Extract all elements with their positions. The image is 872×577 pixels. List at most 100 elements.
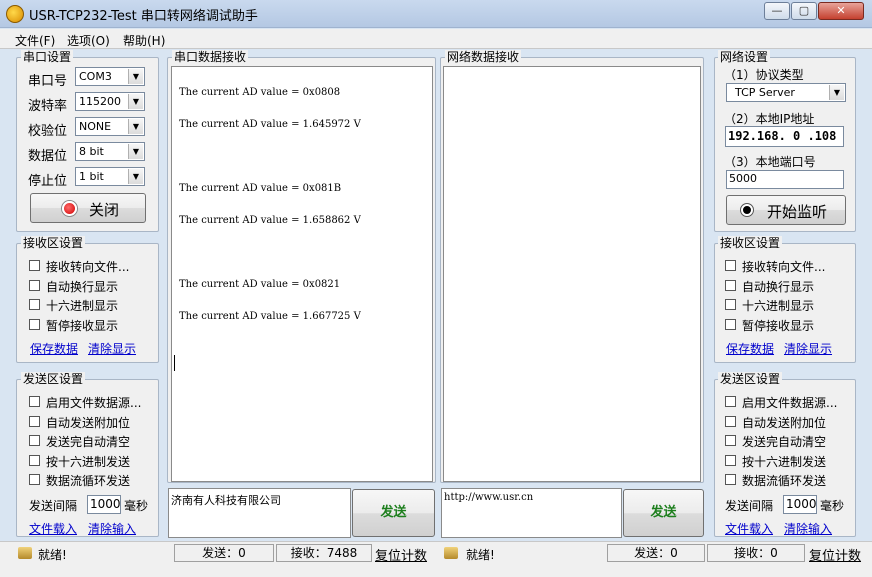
right-receive-option-checkbox-label: 暂停接收显示	[742, 318, 815, 333]
right-receive-option-checkbox[interactable]	[725, 318, 736, 330]
chevron-down-icon: ▼	[128, 69, 143, 84]
left-receive-option-checkbox[interactable]	[29, 260, 40, 271]
left-receive-option-checkbox[interactable]	[29, 299, 40, 310]
serial-receive-title: 串口数据接收	[172, 50, 249, 64]
parity-label: 校验位	[28, 124, 68, 139]
app-icon	[6, 5, 24, 23]
chevron-down-icon: ▼	[128, 144, 143, 159]
right-receive-option-checkbox-label: 十六进制显示	[742, 299, 815, 313]
left-send-option-checkbox[interactable]	[29, 435, 40, 446]
network-receive-textarea[interactable]	[443, 66, 701, 482]
left-receive-option-checkbox[interactable]	[29, 279, 40, 291]
menu-file[interactable]: 文件(F)	[15, 32, 55, 49]
maximize-button[interactable]: ▢	[791, 2, 817, 20]
left-receive-option-checkbox[interactable]	[29, 318, 40, 330]
receive-line: The current AD value = 1.645972 V	[179, 119, 361, 130]
right-send-option-checkbox[interactable]	[725, 415, 736, 427]
port-select[interactable]: COM3 ▼	[75, 67, 145, 86]
left-receive-option-checkbox-label: 接收转向文件...	[46, 260, 130, 274]
left-send-option-checkbox[interactable]	[29, 396, 40, 407]
record-icon	[62, 201, 77, 216]
right-receive-option-checkbox[interactable]	[725, 260, 736, 271]
network-send-input[interactable]: http://www.usr.cn	[441, 488, 622, 538]
right-status-ready: 就绪!	[466, 548, 495, 562]
left-send-settings-title: 发送区设置	[21, 372, 86, 386]
left-send-option-checkbox[interactable]	[29, 415, 40, 427]
protocol-select[interactable]: TCP Server ▼	[726, 83, 846, 102]
right-receive-option-checkbox-label: 接收转向文件...	[742, 260, 826, 274]
right-send-option-checkbox[interactable]	[725, 435, 736, 446]
left-receive-option-checkbox-label: 自动换行显示	[46, 279, 119, 294]
right-receive-option-checkbox[interactable]	[725, 279, 736, 291]
serial-send-button[interactable]: 发送	[352, 489, 435, 537]
parity-select[interactable]: NONE ▼	[75, 117, 145, 136]
receive-line: The current AD value = 0x0808	[179, 87, 341, 98]
right-send-option-checkbox-label: 发送完自动清空	[742, 435, 827, 449]
left-send-option-checkbox-label: 自动发送附加位	[46, 415, 131, 430]
minimize-button[interactable]: —	[764, 2, 790, 20]
right-send-option-checkbox-label: 自动发送附加位	[742, 415, 827, 430]
text-cursor	[174, 355, 175, 371]
right-save-data-link[interactable]: 保存数据	[726, 340, 774, 357]
left-save-data-link[interactable]: 保存数据	[30, 340, 78, 357]
right-sent-count: 发送：0	[607, 544, 705, 562]
network-send-button[interactable]: 发送	[623, 489, 704, 537]
databits-select[interactable]: 8 bit ▼	[75, 142, 145, 161]
left-received-count: 接收：7488	[276, 544, 372, 562]
serial-receive-textarea[interactable]: The current AD value = 0x0808 The curren…	[171, 66, 433, 482]
right-send-option-checkbox-label: 数据流循环发送	[742, 474, 827, 488]
network-settings-title: 网络设置	[718, 50, 771, 64]
right-send-option-checkbox[interactable]	[725, 396, 736, 407]
ip-address-field[interactable]: 192.168. 0 .108	[725, 126, 844, 147]
right-load-file-link[interactable]: 文件载入	[725, 520, 773, 537]
local-port-input[interactable]: 5000	[726, 170, 844, 189]
right-clear-input-link[interactable]: 清除输入	[784, 520, 832, 537]
close-port-button[interactable]: 关闭	[30, 193, 146, 223]
left-clear-display-link[interactable]: 清除显示	[88, 340, 136, 357]
window-title: USR-TCP232-Test 串口转网络调试助手	[29, 9, 258, 24]
serial-settings-title: 串口设置	[21, 50, 74, 64]
right-send-option-checkbox[interactable]	[725, 454, 736, 466]
stopbits-label: 停止位	[28, 174, 68, 189]
right-clear-display-link[interactable]: 清除显示	[784, 340, 832, 357]
left-send-option-checkbox-label: 发送完自动清空	[46, 435, 131, 449]
left-receive-option-checkbox-label: 暂停接收显示	[46, 318, 119, 333]
left-send-option-checkbox[interactable]	[29, 474, 40, 485]
left-interval-unit: 毫秒	[124, 499, 149, 513]
left-reset-count-link[interactable]: 复位计数	[375, 545, 427, 564]
serial-send-input[interactable]: 济南有人科技有限公司	[168, 488, 351, 538]
chevron-down-icon: ▼	[128, 169, 143, 184]
left-sent-count: 发送：0	[174, 544, 274, 562]
left-load-file-link[interactable]: 文件载入	[29, 520, 77, 537]
right-interval-unit: 毫秒	[820, 499, 845, 513]
receive-line: The current AD value = 1.658862 V	[179, 215, 361, 226]
hand-icon	[444, 547, 458, 559]
right-received-count: 接收：0	[707, 544, 805, 562]
record-icon	[741, 204, 753, 216]
stopbits-select[interactable]: 1 bit ▼	[75, 167, 145, 186]
ip-label: （2）本地IP地址	[724, 112, 815, 126]
receive-line: The current AD value = 0x0821	[179, 279, 341, 290]
chevron-down-icon: ▼	[829, 85, 844, 100]
menu-options[interactable]: 选项(O)	[67, 32, 110, 49]
left-interval-input[interactable]: 1000	[87, 495, 121, 514]
right-reset-count-link[interactable]: 复位计数	[809, 545, 861, 564]
right-send-option-checkbox[interactable]	[725, 474, 736, 485]
chevron-down-icon: ▼	[128, 94, 143, 109]
right-receive-option-checkbox[interactable]	[725, 299, 736, 310]
port-label: 串口号	[28, 74, 68, 89]
start-listen-button[interactable]: 开始监听	[726, 195, 846, 225]
databits-label: 数据位	[28, 149, 68, 164]
left-receive-option-checkbox-label: 十六进制显示	[46, 299, 119, 313]
left-interval-label: 发送间隔	[29, 499, 78, 513]
menu-help[interactable]: 帮助(H)	[123, 32, 165, 49]
left-send-option-checkbox[interactable]	[29, 454, 40, 466]
left-clear-input-link[interactable]: 清除输入	[88, 520, 136, 537]
receive-line: The current AD value = 0x081B	[179, 183, 342, 194]
receive-line: The current AD value = 1.667725 V	[179, 311, 361, 322]
baud-select[interactable]: 115200 ▼	[75, 92, 145, 111]
right-interval-input[interactable]: 1000	[783, 495, 817, 514]
right-interval-label: 发送间隔	[725, 499, 774, 513]
close-window-button[interactable]: ✕	[818, 2, 864, 20]
protocol-label: （1）协议类型	[724, 68, 804, 82]
